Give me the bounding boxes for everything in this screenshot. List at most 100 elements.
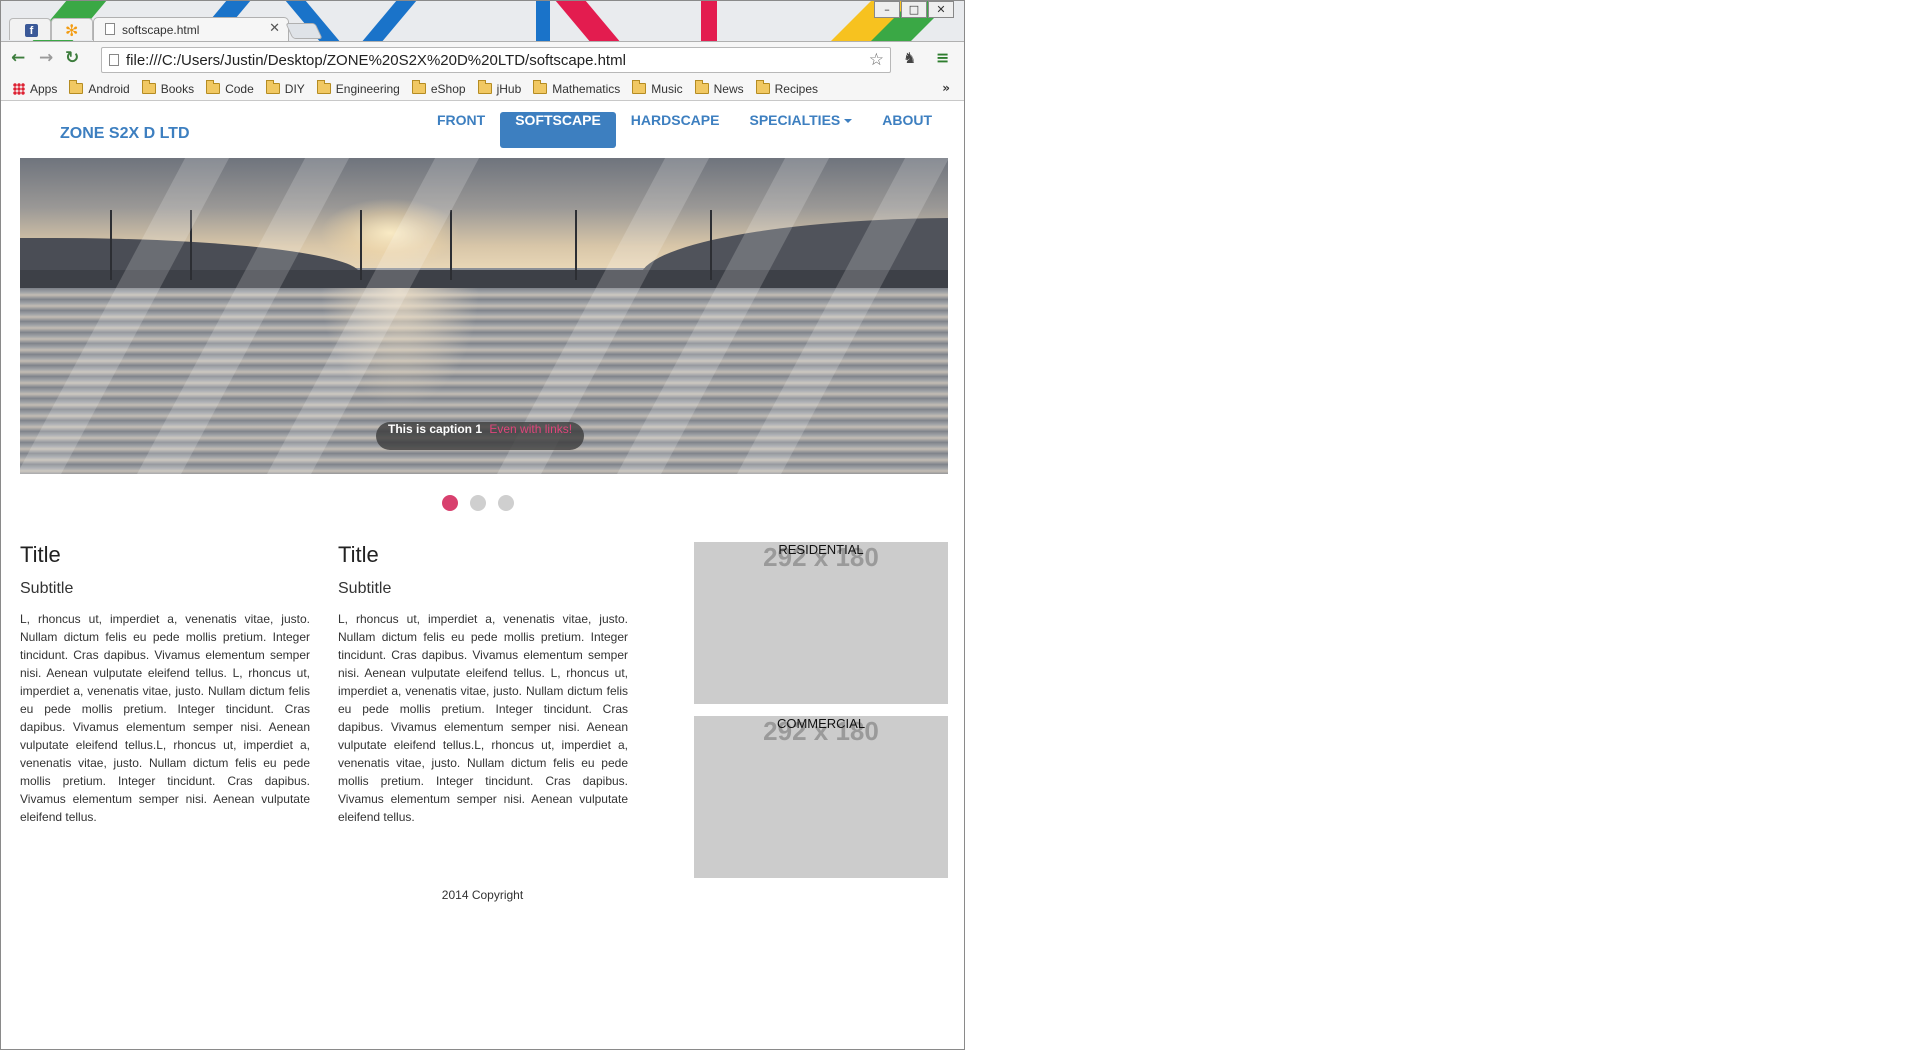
apps-icon	[13, 82, 25, 95]
nav-softscape[interactable]: SOFTSCAPE	[500, 112, 616, 148]
bookmark-label: Android	[88, 81, 130, 96]
nav-specialties-label: SPECIALTIES	[749, 112, 841, 128]
nav-specialties[interactable]: SPECIALTIES	[734, 112, 867, 148]
bookmark-music[interactable]: Music	[632, 80, 683, 96]
browser-toolbar: ← → ↻ ☆ ♞ ≡	[1, 41, 964, 77]
folder-icon	[316, 80, 331, 94]
caption-text: This is caption 1	[388, 422, 483, 436]
carousel-dot[interactable]	[470, 495, 486, 511]
reload-icon[interactable]: ↻	[65, 48, 79, 68]
column-subtitle: Subtitle	[338, 580, 392, 597]
bookmark-android[interactable]: Android	[69, 80, 130, 96]
bookmark-label: Books	[160, 81, 195, 96]
folder-icon	[69, 80, 84, 94]
bookmark-jhub[interactable]: jHub	[477, 80, 522, 96]
bookmark-books[interactable]: Books	[141, 80, 195, 96]
page-icon	[109, 54, 119, 66]
minimize-icon[interactable]: –	[874, 1, 900, 18]
carousel-dot[interactable]	[498, 495, 514, 511]
tile-residential[interactable]: 292 x 180 RESIDENTIAL	[694, 542, 948, 704]
bookmark-label: Mathematics	[552, 81, 621, 96]
tab-strip: f ✻ softscape.html ✕ – □ ✕	[1, 1, 964, 41]
bookmarks-bar: Apps Android Books Code DIY Engineering …	[1, 77, 964, 101]
bookmark-apps[interactable]: Apps	[13, 82, 57, 96]
bookmark-recipes[interactable]: Recipes	[755, 80, 818, 96]
tile-label: COMMERCIAL	[776, 716, 866, 731]
bookmark-star-icon[interactable]: ☆	[869, 50, 884, 70]
theme-stripe	[701, 1, 717, 41]
page-icon	[105, 23, 115, 35]
bookmark-news[interactable]: News	[694, 80, 744, 96]
bookmark-label: Apps	[30, 81, 58, 96]
theme-stripe	[536, 1, 550, 41]
bookmarks-overflow-button[interactable]: »	[942, 81, 950, 95]
folder-icon	[533, 80, 548, 94]
slide-image-pole	[450, 210, 452, 280]
nav-front[interactable]: FRONT	[422, 112, 500, 148]
column-body: L, rhoncus ut, imperdiet a, venenatis vi…	[338, 612, 628, 824]
site-brand[interactable]: ZONE S2X D LTD	[60, 125, 190, 143]
bookmark-label: Code	[225, 81, 254, 96]
carousel-indicators	[442, 495, 526, 511]
tile-label: RESIDENTIAL	[778, 542, 864, 557]
facebook-icon: f	[25, 24, 38, 37]
maximize-icon[interactable]: □	[901, 1, 927, 18]
theme-stripe	[337, 1, 425, 41]
tab-softscape[interactable]: softscape.html ✕	[93, 17, 289, 41]
page-footer: 2014 Copyright	[441, 888, 524, 902]
nav-about[interactable]: ABOUT	[867, 112, 947, 148]
folder-icon	[694, 80, 709, 94]
carousel-caption: This is caption 1 Even with links!	[376, 422, 585, 450]
bookmark-label: News	[713, 81, 744, 96]
bookmark-mathematics[interactable]: Mathematics	[533, 80, 621, 96]
slide-image-pole	[360, 210, 362, 280]
page-viewport: ZONE S2X D LTD FRONT SOFTSCAPE HARDSCAPE…	[2, 102, 963, 1049]
folder-icon	[141, 80, 156, 94]
caret-down-icon	[844, 119, 853, 124]
close-window-icon[interactable]: ✕	[928, 1, 954, 18]
bookmark-label: DIY	[284, 81, 305, 96]
image-carousel[interactable]: This is caption 1 Even with links!	[20, 158, 948, 474]
bookmark-eshop[interactable]: eShop	[411, 80, 466, 96]
pinwheel-icon: ✻	[65, 21, 79, 40]
bookmark-label: Music	[651, 81, 683, 96]
bookmark-label: jHub	[496, 81, 522, 96]
tab-pinned[interactable]: ✻	[51, 18, 93, 40]
folder-icon	[411, 80, 426, 94]
address-bar[interactable]: ☆	[101, 47, 891, 73]
tab-facebook[interactable]: f	[9, 18, 51, 40]
column-title: Title	[338, 542, 379, 567]
bookmark-diy[interactable]: DIY	[265, 80, 305, 96]
site-nav: FRONT SOFTSCAPE HARDSCAPE SPECIALTIES AB…	[422, 112, 947, 148]
content-column: Title Subtitle L, rhoncus ut, imperdiet …	[20, 542, 310, 826]
window-controls: – □ ✕	[873, 1, 954, 19]
caption-link[interactable]: Even with links!	[489, 422, 572, 436]
folder-icon	[632, 80, 647, 94]
folder-icon	[206, 80, 221, 94]
tile-commercial[interactable]: 292 x 180 COMMERCIAL	[694, 716, 948, 878]
bookmark-label: Recipes	[774, 81, 818, 96]
column-body: L, rhoncus ut, imperdiet a, venenatis vi…	[20, 612, 310, 824]
slide-image-pole	[710, 210, 712, 280]
column-title: Title	[20, 542, 61, 567]
browser-window: f ✻ softscape.html ✕ – □ ✕ ← → ↻ ☆ ♞ ≡	[0, 0, 965, 1050]
url-input[interactable]	[126, 50, 856, 70]
close-tab-icon[interactable]: ✕	[269, 21, 280, 36]
evernote-icon[interactable]: ♞	[903, 49, 916, 67]
folder-icon	[755, 80, 770, 94]
nav-hardscape[interactable]: HARDSCAPE	[616, 112, 735, 148]
bookmark-code[interactable]: Code	[206, 80, 254, 96]
menu-icon[interactable]: ≡	[936, 48, 949, 67]
folder-icon	[477, 80, 492, 94]
bookmark-label: Engineering	[335, 81, 400, 96]
folder-icon	[265, 80, 280, 94]
column-subtitle: Subtitle	[20, 580, 74, 597]
back-icon[interactable]: ←	[11, 48, 25, 68]
bookmark-label: eShop	[430, 81, 466, 96]
content-column: Title Subtitle L, rhoncus ut, imperdiet …	[338, 542, 628, 826]
forward-icon[interactable]: →	[39, 48, 53, 68]
carousel-dot[interactable]	[442, 495, 458, 511]
theme-stripe	[547, 1, 645, 41]
tab-title: softscape.html	[122, 23, 200, 37]
bookmark-engineering[interactable]: Engineering	[316, 80, 400, 96]
